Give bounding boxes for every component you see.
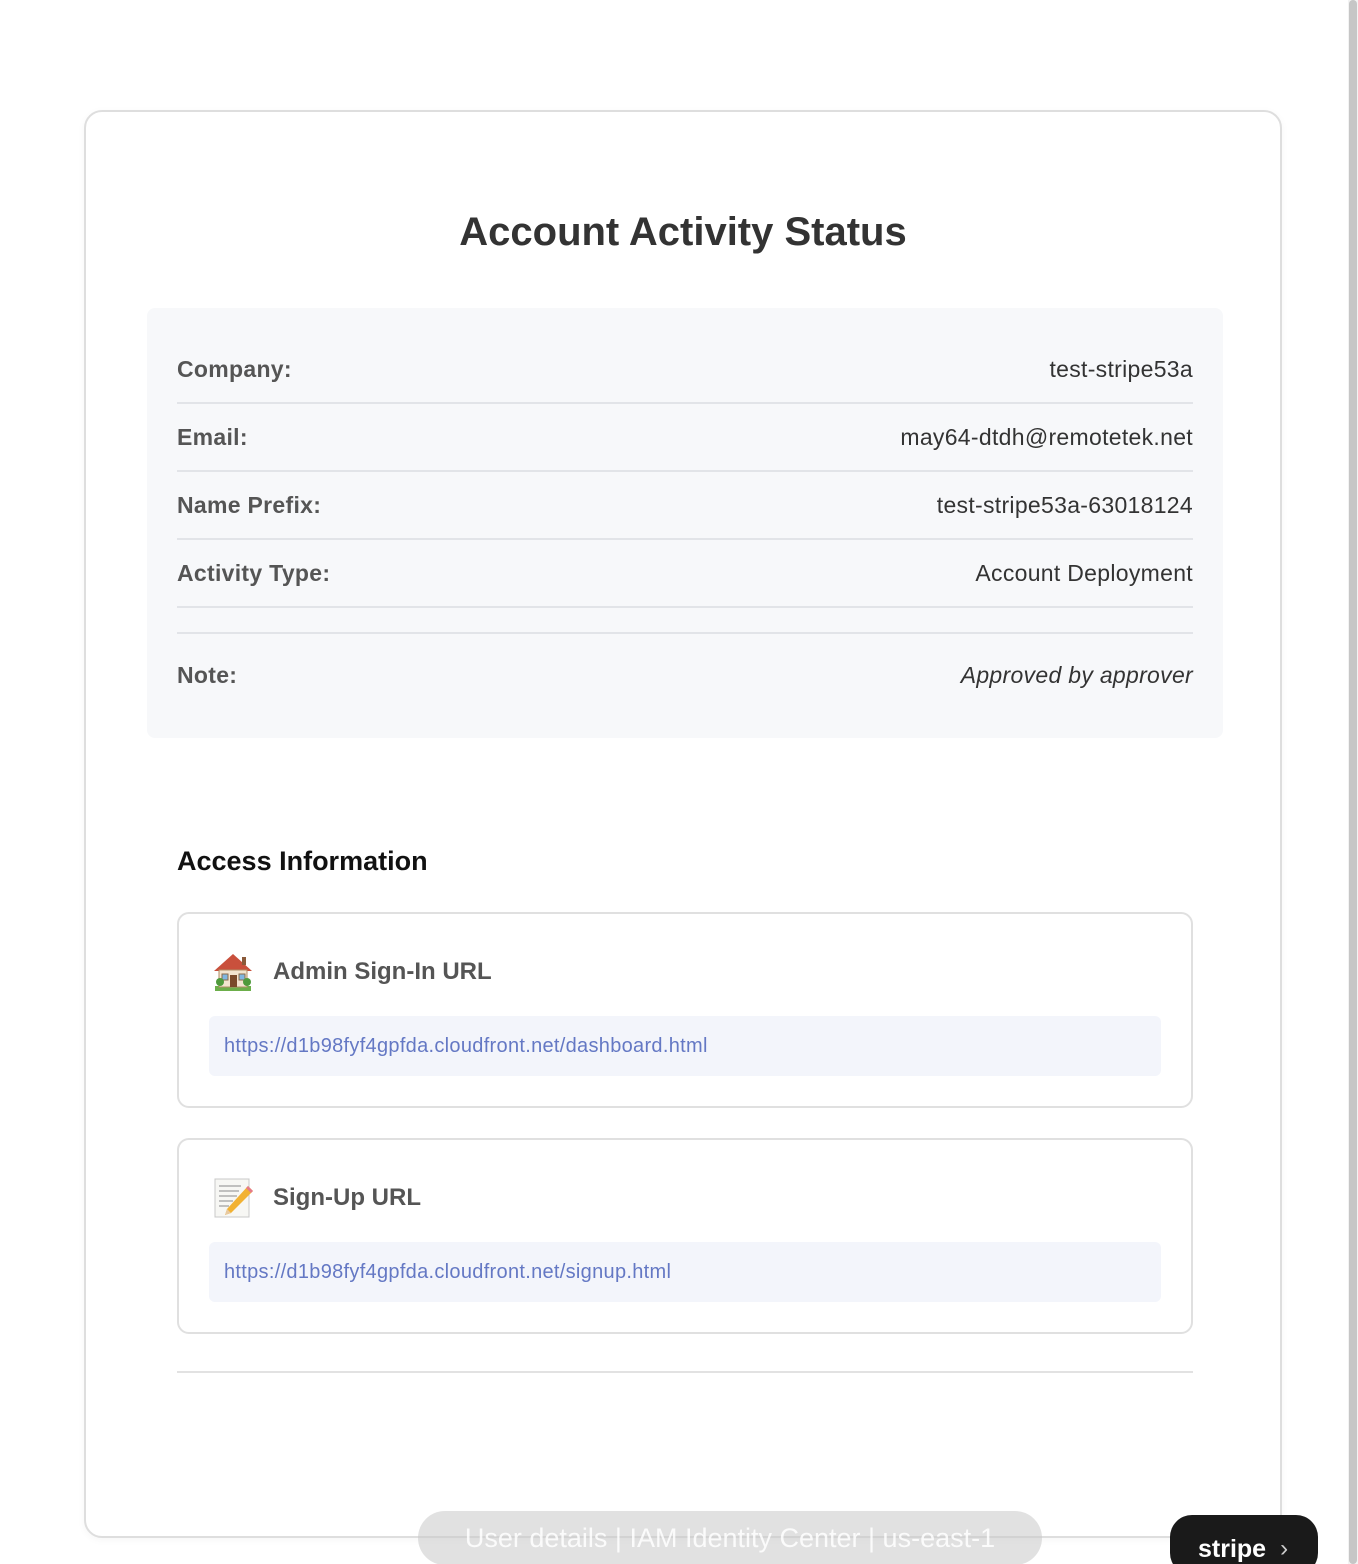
detail-label: Email:: [177, 423, 248, 450]
scrollbar-track[interactable]: [1348, 0, 1358, 1564]
memo-icon: [211, 1176, 255, 1220]
details-panel: Company: test-stripe53a Email: may64-dtd…: [147, 308, 1223, 738]
admin-signin-url-link[interactable]: https://d1b98fyf4gpfda.cloudfront.net/da…: [209, 1016, 1161, 1076]
divider: [177, 1371, 1193, 1373]
detail-value: test-stripe53a-63018124: [936, 491, 1193, 518]
access-section-title: Access Information: [177, 846, 428, 876]
stripe-logo-text: stripe: [1198, 1534, 1267, 1563]
note-row: Note: Approved by approver: [177, 634, 1193, 716]
detail-value: may64-dtdh@remotetek.net: [900, 423, 1193, 450]
detail-label: Name Prefix:: [177, 491, 322, 518]
page-title: Account Activity Status: [459, 210, 907, 254]
signup-url-link[interactable]: https://d1b98fyf4gpfda.cloudfront.net/si…: [209, 1242, 1161, 1302]
detail-value: Account Deployment: [975, 559, 1193, 586]
admin-signin-card: Admin Sign-In URL https://d1b98fyf4gpfda…: [177, 912, 1193, 1108]
signup-card: Sign-Up URL https://d1b98fyf4gpfda.cloud…: [177, 1138, 1193, 1334]
house-icon: [211, 950, 255, 994]
access-label: Sign-Up URL: [273, 1184, 421, 1211]
scrollbar-thumb[interactable]: [1349, 0, 1357, 1564]
note-label: Note:: [177, 661, 238, 688]
detail-row-activity-type: Activity Type: Account Deployment: [177, 540, 1193, 608]
detail-label: Activity Type:: [177, 559, 331, 586]
note-value: Approved by approver: [960, 661, 1193, 688]
access-card-header: Admin Sign-In URL: [211, 950, 492, 994]
detail-row-company: Company: test-stripe53a: [177, 336, 1193, 404]
detail-value: test-stripe53a: [1049, 355, 1193, 382]
stripe-badge[interactable]: stripe ›: [1170, 1515, 1318, 1564]
status-card: Account Activity Status Company: test-st…: [84, 110, 1282, 1538]
chevron-right-icon: ›: [1280, 1535, 1289, 1562]
access-card-header: Sign-Up URL: [211, 1176, 421, 1220]
detail-row-name-prefix: Name Prefix: test-stripe53a-63018124: [177, 472, 1193, 540]
detail-label: Company:: [177, 355, 292, 382]
window-title-tooltip: User details | IAM Identity Center | us-…: [418, 1511, 1042, 1564]
detail-row-email: Email: may64-dtdh@remotetek.net: [177, 404, 1193, 472]
access-label: Admin Sign-In URL: [273, 958, 492, 985]
